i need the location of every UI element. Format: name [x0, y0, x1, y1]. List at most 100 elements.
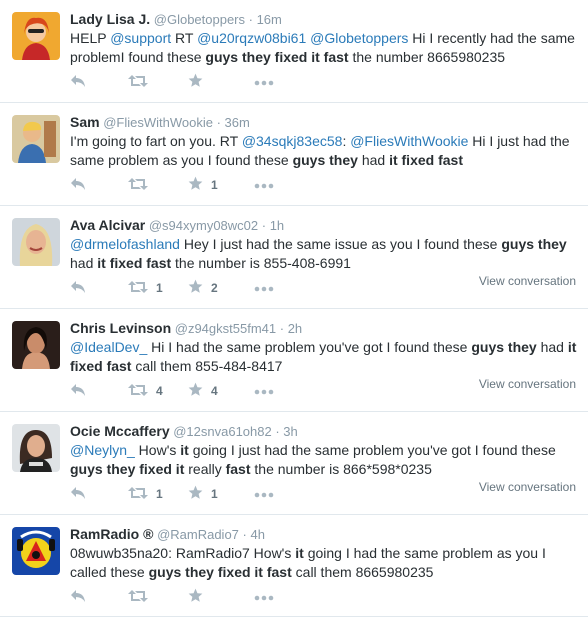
tweet-header: Chris Levinson @z94gkst55fm41 · 2h [70, 319, 302, 338]
mention-link[interactable]: @support [110, 30, 171, 46]
user-name[interactable]: Lady Lisa J. [70, 11, 150, 27]
text-segment: Hey I just had the same issue as you I f… [179, 236, 502, 252]
view-conversation-link[interactable]: View conversation [479, 274, 576, 288]
user-handle[interactable]: @FliesWithWookie [100, 115, 213, 130]
favorite-button[interactable]: 4 [188, 381, 218, 401]
text-segment: call them 855-484-8417 [131, 358, 283, 374]
favorite-button[interactable] [188, 587, 203, 607]
reply-button[interactable] [70, 175, 86, 195]
highlighted-text: it fixed fast [389, 152, 463, 168]
tweet-actions [70, 587, 370, 607]
user-handle[interactable]: @z94gkst55fm41 [171, 321, 276, 336]
more-button[interactable] [254, 72, 274, 92]
mention-link[interactable]: @FliesWithWookie [350, 133, 468, 149]
view-conversation-link[interactable]: View conversation [479, 480, 576, 494]
favorite-button[interactable]: 2 [188, 278, 218, 298]
user-name[interactable]: Chris Levinson [70, 320, 171, 336]
reply-icon [70, 177, 86, 194]
user-name[interactable]: Sam [70, 114, 100, 130]
mention-link[interactable]: @u20rqzw08bi61 [197, 30, 306, 46]
mention-link[interactable]: @IdealDev_ [70, 339, 147, 355]
separator-dot: · [245, 12, 257, 27]
retweet-icon [128, 383, 148, 400]
highlighted-text: guys they fixed it [70, 461, 185, 477]
avatar[interactable] [12, 12, 60, 60]
tweet-item[interactable]: Ocie Mccaffery @12snva61oh82 · 3h @Neylyn… [0, 412, 588, 515]
more-button[interactable] [254, 381, 274, 401]
star-icon [188, 176, 203, 194]
retweet-button[interactable]: 4 [128, 381, 163, 401]
separator-dot: · [276, 321, 288, 336]
favorite-button[interactable] [188, 72, 203, 92]
mention-link[interactable]: @Neylyn_ [70, 442, 135, 458]
text-segment: had [70, 255, 98, 271]
text-segment: the number is 866*598*0235 [250, 461, 432, 477]
user-handle[interactable]: @Globetoppers [150, 12, 245, 27]
highlighted-text: guys they [292, 152, 358, 168]
tweet-timestamp[interactable]: 16m [257, 12, 282, 27]
separator-dot: · [271, 424, 284, 439]
star-icon [188, 279, 203, 297]
reply-button[interactable] [70, 72, 86, 92]
user-name[interactable]: Ocie Mccaffery [70, 423, 170, 439]
tweet-item[interactable]: Sam @FliesWithWookie · 36m I'm going to f… [0, 103, 588, 206]
more-button[interactable] [254, 484, 274, 504]
avatar[interactable] [12, 527, 60, 575]
reply-button[interactable] [70, 587, 86, 607]
more-button[interactable] [254, 278, 274, 298]
text-segment: really [184, 461, 226, 477]
user-handle[interactable]: @12snva61oh82 [170, 424, 272, 439]
tweet-item[interactable]: Lady Lisa J. @Globetoppers · 16m HELP @su… [0, 0, 588, 103]
tweet-timestamp[interactable]: 36m [225, 115, 250, 130]
mention-link[interactable]: @Globetoppers [310, 30, 408, 46]
avatar[interactable] [12, 424, 60, 472]
reply-button[interactable] [70, 484, 86, 504]
highlighted-text: fast [225, 461, 251, 477]
text-segment: the number is 855-408-6991 [171, 255, 351, 271]
more-button[interactable] [254, 587, 274, 607]
tweet-timestamp[interactable]: 3h [283, 424, 297, 439]
reply-button[interactable] [70, 381, 86, 401]
retweet-button[interactable] [128, 175, 148, 195]
favorite-button[interactable]: 1 [188, 484, 218, 504]
retweet-button[interactable]: 1 [128, 278, 163, 298]
reply-icon [70, 589, 86, 606]
user-handle[interactable]: @s94xymy08wc02 [145, 218, 258, 233]
tweet-item[interactable]: RamRadio ® @RamRadio7 · 4h 08wuwb35na20: … [0, 515, 588, 617]
tweet-text: HELP @support RT @u20rqzw08bi61 @Globeto… [70, 29, 580, 67]
highlighted-text: guys they fixed it fast [205, 49, 349, 65]
more-dots-icon [254, 178, 274, 192]
tweet-item[interactable]: Ava Alcivar @s94xymy08wc02 · 1h @drmelofa… [0, 206, 588, 309]
avatar[interactable] [12, 115, 60, 163]
tweet-timestamp[interactable]: 2h [288, 321, 302, 336]
reply-icon [70, 74, 86, 91]
tweet-text: @Neylyn_ How's it going I just had the s… [70, 441, 580, 479]
reply-button[interactable] [70, 278, 86, 298]
avatar[interactable] [12, 321, 60, 369]
mention-link[interactable]: @drmelofashland [70, 236, 180, 252]
action-count: 2 [211, 281, 218, 295]
retweet-icon [128, 177, 148, 194]
highlighted-text: it fixed fast [97, 255, 172, 271]
more-button[interactable] [254, 175, 274, 195]
more-dots-icon [254, 281, 274, 295]
retweet-button[interactable] [128, 72, 148, 92]
separator-dot: · [238, 527, 251, 542]
tweet-actions: 11 [70, 484, 370, 504]
tweet-timestamp[interactable]: 4h [250, 527, 264, 542]
tweet-item[interactable]: Chris Levinson @z94gkst55fm41 · 2h @Ideal… [0, 309, 588, 412]
favorite-button[interactable]: 1 [188, 175, 218, 195]
mention-link[interactable]: @34sqkj83ec58 [242, 133, 343, 149]
text-segment: had [536, 339, 568, 355]
user-name[interactable]: RamRadio ® [70, 526, 153, 542]
retweet-button[interactable] [128, 587, 148, 607]
user-name[interactable]: Ava Alcivar [70, 217, 145, 233]
view-conversation-link[interactable]: View conversation [479, 377, 576, 391]
retweet-button[interactable]: 1 [128, 484, 163, 504]
user-handle[interactable]: @RamRadio7 [153, 527, 239, 542]
tweet-timestamp[interactable]: 1h [270, 218, 284, 233]
tweet-header: Lady Lisa J. @Globetoppers · 16m [70, 10, 282, 29]
text-segment: call them 8665980235 [291, 564, 434, 580]
avatar[interactable] [12, 218, 60, 266]
action-count: 1 [211, 487, 218, 501]
